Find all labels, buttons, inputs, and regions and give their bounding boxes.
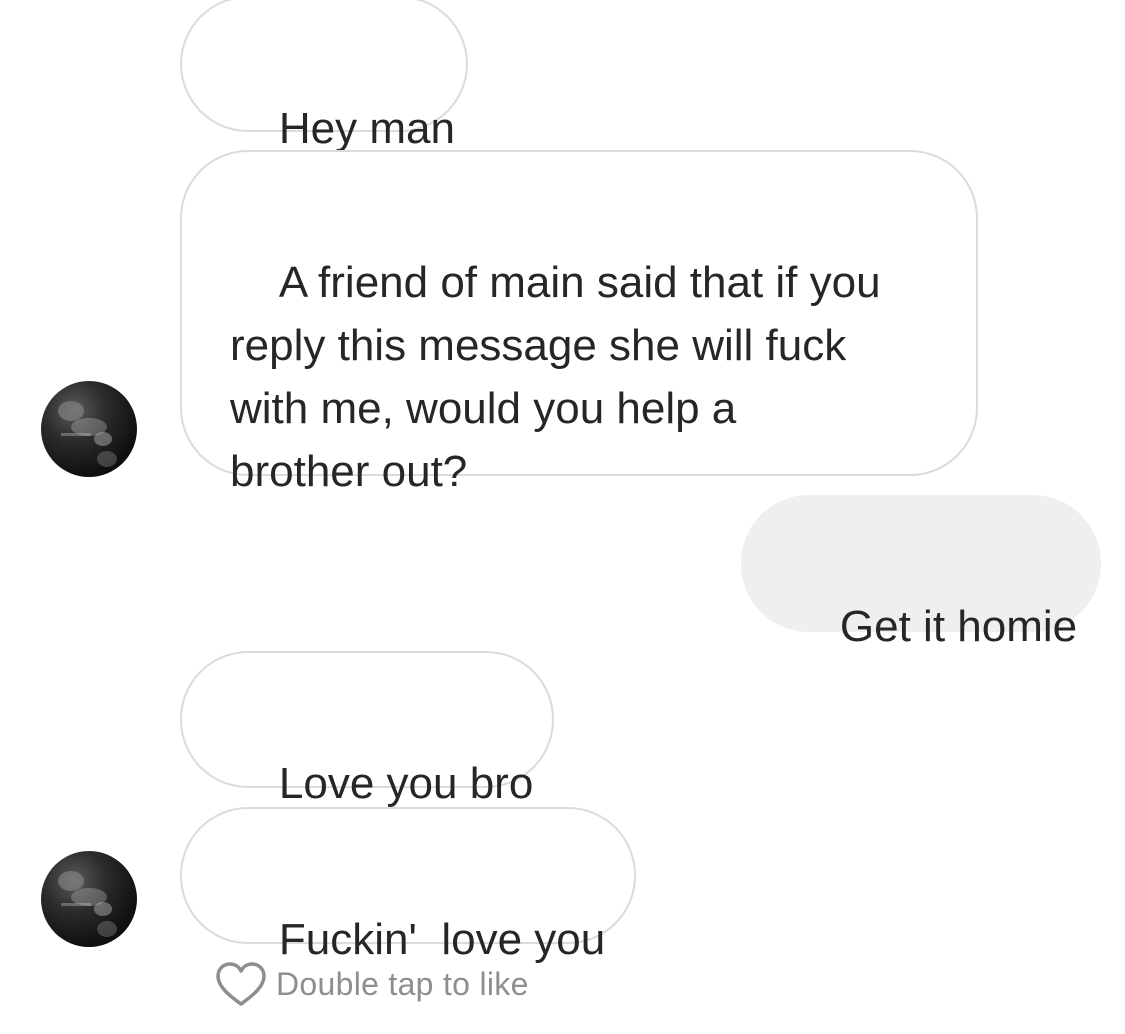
message-text: Fuckin' love you	[278, 915, 606, 964]
profile-photo	[58, 871, 117, 937]
double-tap-like-hint[interactable]: Double tap to like	[214, 958, 529, 1010]
sender-avatar[interactable]	[41, 381, 137, 477]
heart-outline-icon[interactable]	[214, 960, 268, 1008]
message-text: Get it homie	[839, 602, 1078, 651]
message-bubble-outgoing[interactable]: Get it homie	[741, 495, 1101, 651]
profile-photo	[58, 401, 117, 467]
message-bubble-incoming[interactable]: Fuckin' love you	[180, 807, 636, 964]
message-text: Hey man	[278, 104, 455, 153]
like-hint-label: Double tap to like	[276, 965, 529, 1002]
message-bubble-incoming[interactable]: Hey man	[180, 0, 468, 153]
message-text: A friend of main said that if you reply …	[230, 258, 881, 496]
message-bubble-incoming[interactable]: Love you bro	[180, 651, 554, 808]
message-text: Love you bro	[278, 759, 534, 808]
sender-avatar[interactable]	[41, 851, 137, 947]
message-bubble-incoming[interactable]: A friend of main said that if you reply …	[180, 150, 978, 496]
